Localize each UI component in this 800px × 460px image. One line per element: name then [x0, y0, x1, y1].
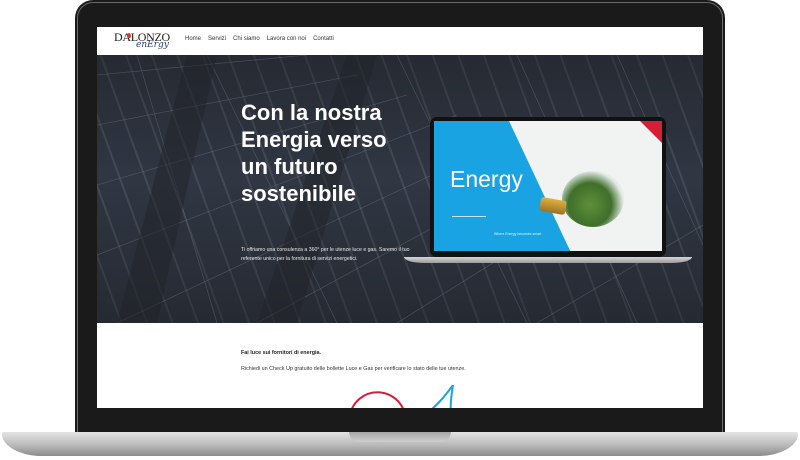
nav-item-chi-siamo[interactable]: Chi siamo [233, 36, 260, 42]
hero-section: Con la nostra Energia verso un futuro so… [97, 55, 703, 323]
intro-section: Fai luce sui fornitori di energia. Richi… [97, 323, 703, 408]
intro-text: Richiedi un Check Up gratuito delle boll… [241, 366, 466, 372]
nav-item-lavora-con-noi[interactable]: Lavora con noi [267, 36, 306, 42]
navbar: DALONZO enErgy Home Servizi Chi siamo La… [97, 27, 703, 55]
intro-heading: Fai luce sui fornitori di energia. [241, 350, 321, 356]
decoration-graphics [351, 385, 454, 408]
mockup-base [404, 257, 692, 263]
hero-title: Con la nostra Energia verso un futuro so… [241, 100, 387, 206]
logo-subtitle: enErgy [136, 40, 169, 50]
display-caption: Where Energy becomes smart [494, 232, 542, 236]
nav-item-servizi[interactable]: Servizi [208, 36, 226, 42]
main-menu: Home Servizi Chi siamo Lavora con noi Co… [185, 36, 334, 42]
nav-item-contatti[interactable]: Contatti [313, 36, 334, 42]
nav-item-home[interactable]: Home [185, 36, 201, 42]
brand-logo[interactable]: DALONZO enErgy [114, 30, 176, 52]
mockup-display: Energy Where Energy becomes smart [434, 121, 662, 251]
logo-drop-icon [127, 33, 131, 38]
hero-description: Ti offriamo una consulenza a 360° per le… [241, 247, 410, 262]
blue-arrow-decoration [431, 385, 454, 408]
red-arc-decoration [351, 391, 404, 408]
website-screen: DALONZO enErgy Home Servizi Chi siamo La… [97, 27, 703, 408]
laptop-notch [349, 432, 451, 442]
display-divider [452, 216, 486, 217]
display-title: Energy [450, 166, 523, 192]
lightbulb-image [562, 171, 624, 227]
